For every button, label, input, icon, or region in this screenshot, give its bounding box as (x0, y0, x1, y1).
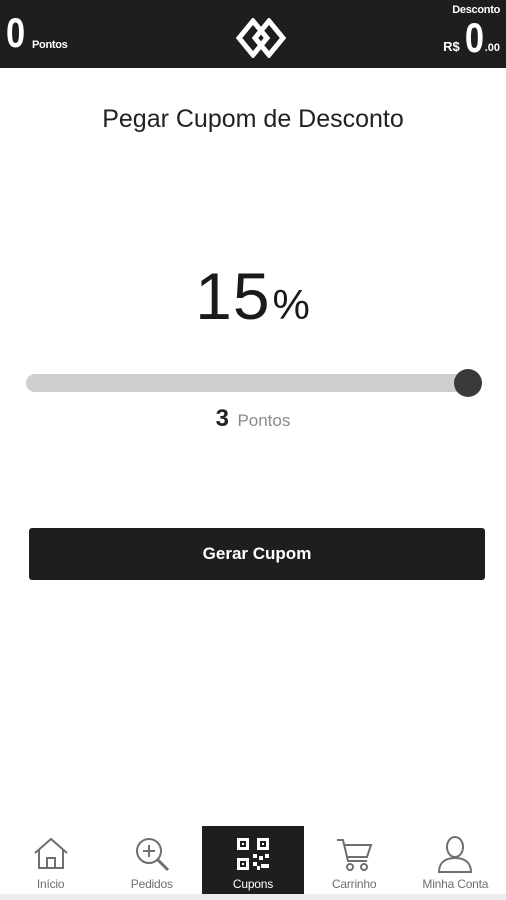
search-plus-icon (130, 832, 174, 876)
currency-symbol: R$ (443, 39, 460, 54)
nav-label: Cupons (232, 877, 274, 891)
nav-label: Carrinho (331, 877, 377, 891)
nav-item-minha-conta[interactable]: Minha Conta (405, 826, 506, 894)
slider-track[interactable] (26, 374, 482, 392)
discount-percent-display: 15% (0, 258, 506, 334)
generate-coupon-button[interactable]: Gerar Cupom (29, 528, 485, 580)
points-cost: 3 Pontos (0, 405, 506, 433)
percent-symbol: % (272, 281, 311, 328)
nav-label: Início (36, 877, 65, 891)
discount-integer: 0 (464, 14, 484, 61)
discount-percent-value: 15 (195, 259, 271, 333)
top-bar: 0 Pontos Desconto R$ 0 .00 (0, 0, 506, 68)
brand-logo-icon (235, 17, 287, 59)
qr-code-icon (231, 832, 275, 876)
points-cost-value: 3 (215, 405, 229, 432)
user-icon (433, 832, 477, 876)
discount-amount: R$ 0 .00 (443, 14, 500, 61)
home-icon (29, 832, 73, 876)
nav-item-pedidos[interactable]: Pedidos (101, 826, 202, 894)
slider-thumb[interactable] (454, 369, 482, 397)
page-title: Pegar Cupom de Desconto (102, 105, 404, 133)
bottom-nav: Início Pedidos Cupons Carrinho Minha Con… (0, 826, 506, 894)
discount-slider[interactable] (26, 368, 482, 398)
points-counter: 0 Pontos (6, 9, 68, 56)
points-value: 0 (6, 9, 26, 56)
points-label: Pontos (32, 39, 68, 51)
cart-icon (332, 832, 376, 876)
nav-item-cupons[interactable]: Cupons (202, 826, 304, 894)
discount-decimal: .00 (484, 42, 500, 54)
points-cost-label: Pontos (237, 411, 291, 430)
app-screen: 0 Pontos Desconto R$ 0 .00 Pegar Cupom d… (0, 0, 506, 900)
nav-label: Minha Conta (422, 877, 489, 891)
discount-counter: Desconto R$ 0 .00 (443, 4, 500, 61)
nav-label: Pedidos (130, 877, 173, 891)
nav-item-inicio[interactable]: Início (0, 826, 101, 894)
nav-item-carrinho[interactable]: Carrinho (304, 826, 405, 894)
bottom-divider (0, 894, 506, 900)
